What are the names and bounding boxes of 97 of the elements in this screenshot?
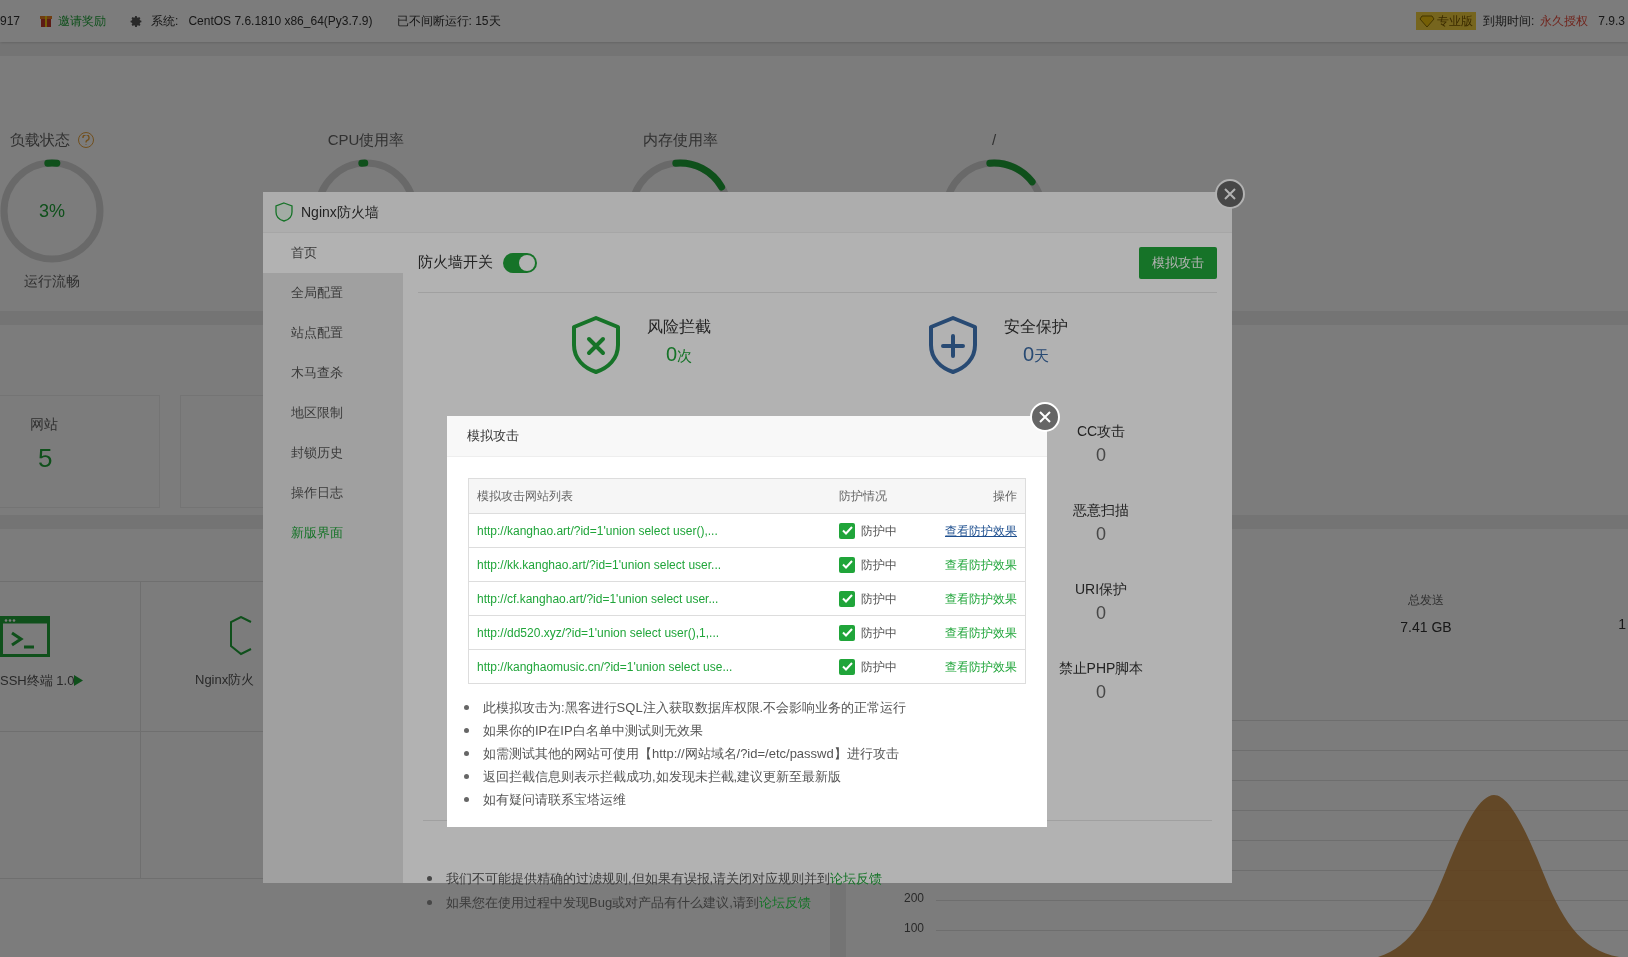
bullet-icon [464,705,469,710]
card-value: 5 [38,442,54,475]
stat-card[interactable]: 网站 5 [0,395,160,508]
gauge-caption: 运行流畅 [24,272,80,291]
bullet-icon [464,728,469,733]
bullet-icon [464,797,469,802]
checkbox[interactable] [839,556,855,573]
note-text: 如有疑问请联系宝塔运维 [483,790,626,809]
note-text: 如果您在使用过程中发现Bug或对产品有什么建议,请到论坛反馈 [446,893,811,912]
panel-number: 917 [0,13,21,30]
view-effect-link[interactable]: 查看防护效果 [945,521,1017,540]
table-cell-text: 防护中 [861,590,897,608]
system-info: CentOS 7.6.1810 x86_64(Py3.7.9) [188,13,373,30]
counter-label: 恶意扫描 [1073,501,1129,520]
counter-label: CC攻击 [1076,422,1126,441]
nav-item[interactable]: 封锁历史 [263,433,403,473]
invite-link[interactable]: 邀请奖励 [58,12,107,30]
counter-value: 0 [1096,444,1106,467]
stat-value: 0次 [665,342,693,367]
software-name: SSH终端 1.0 [0,672,75,690]
traffic-label: 总发送 [1408,592,1444,609]
table-cell-text: 防护中 [861,624,897,642]
view-effect-link[interactable]: 查看防护效果 [945,589,1017,608]
traffic-value: 7.41 GB [1400,618,1452,637]
axis-tick-label: 100 [904,920,925,937]
checkbox[interactable] [839,624,855,641]
note-text: 此模拟攻击为:黑客进行SQL注入获取数据库权限.不会影响业务的正常运行 [483,698,907,717]
note-text: 返回拦截信息则表示拦截成功,如发现未拦截,建议更新至最新版 [483,767,842,786]
column-header: 操作 [993,488,1017,505]
checkbox[interactable] [839,590,855,607]
bullet-icon [464,751,469,756]
column-header: 防护情况 [839,488,887,505]
counter-label: URI保护 [1074,580,1128,599]
simulate-attack-button[interactable]: 模拟攻击 [1139,246,1217,279]
nav-item[interactable]: 木马查杀 [263,353,403,393]
gauge-title: 负载状态 [10,129,70,150]
table-cell-text: 防护中 [861,556,897,574]
view-effect-link[interactable]: 查看防护效果 [945,657,1017,676]
counter-label: 禁止PHP脚本 [1058,659,1144,678]
system-label: 系统: [151,13,179,30]
table-cell-text: http://cf.kanghao.art/?id=1'union select user... [477,590,720,608]
gear-icon [130,14,144,28]
expiry-label: 到期时间: [1482,13,1535,30]
diamond-icon [1418,14,1435,28]
bullet-icon [464,774,469,779]
play-icon [74,675,84,687]
counter-value: 0 [1096,681,1106,704]
table-cell-text: http://kanghaomusic.cn/?id=1'union select use... [477,658,734,676]
dialog-title: Nginx防火墙 [301,202,379,222]
note-text: 如果你的IP在IP白名单中测试则无效果 [483,721,703,740]
dialog-title: 模拟攻击 [467,427,519,446]
nav-item[interactable]: 地区限制 [263,393,403,433]
stat-value: 0天 [1022,342,1050,367]
counter-value: 0 [1096,523,1106,546]
checkbox[interactable] [839,658,855,675]
table-cell-text: http://kanghao.art/?id=1'union select user(),... [477,522,719,540]
software-tile[interactable]: SSH终端 1.0 [0,582,141,731]
note-text: 我们不可能提供精确的过滤规则,但如果有误报,请关闭对应规则并到论坛反馈 [446,870,883,888]
table-cell-text: http://dd520.xyz/?id=1'union select user(),1,... [477,624,721,642]
close-icon [1224,188,1236,200]
view-effect-link[interactable]: 查看防护效果 [945,555,1017,574]
version-text: 7.9.3 [1598,13,1625,30]
table-cell-text: 防护中 [861,522,897,540]
nav-item[interactable]: 全局配置 [263,273,403,313]
counter-value: 0 [1096,602,1106,625]
firewall-toggle[interactable] [503,252,537,273]
column-header: 模拟攻击网站列表 [477,488,574,505]
uptime-text: 已不间断运行: 15天 [396,13,501,30]
shield-x-icon [570,315,622,375]
card-label: 网站 [30,415,59,434]
table-cell-text: http://kk.kanghao.art/?id=1'union select user... [477,556,723,574]
shield-icon [275,202,293,222]
nav-item[interactable]: 操作日志 [263,473,403,513]
traffic-value: 1 [1618,615,1626,634]
gauge-title: CPU使用率 [327,129,405,150]
gauge-title: / [991,129,997,150]
nav-item[interactable]: 站点配置 [263,313,403,353]
shield-plus-icon [927,315,979,375]
nav-item[interactable]: 首页 [263,233,403,273]
view-effect-link[interactable]: 查看防护效果 [945,623,1017,642]
forum-link[interactable]: 论坛反馈 [830,871,883,886]
close-icon [1039,411,1051,423]
bullet-icon [427,899,432,905]
gauge-title: 内存使用率 [642,129,718,150]
software-name: Nginx防火 [195,671,255,689]
note-text: 如需测试其他的网站可使用【http://网站域名/?id=/etc/passwd】进行攻击 [483,744,899,763]
nav-item[interactable]: 新版界面 [263,513,403,553]
bullet-icon [427,876,432,882]
stat-label: 安全保护 [1004,317,1068,337]
switch-label: 防火墙开关 [418,252,493,273]
expiry-value: 永久授权 [1540,13,1589,30]
axis-tick-label: 200 [904,890,925,907]
gauge-value: 3% [38,199,66,223]
gift-icon [40,14,53,28]
checkbox[interactable] [839,522,855,539]
stat-label: 风险拦截 [647,317,711,337]
table-cell-text: 防护中 [861,658,897,676]
